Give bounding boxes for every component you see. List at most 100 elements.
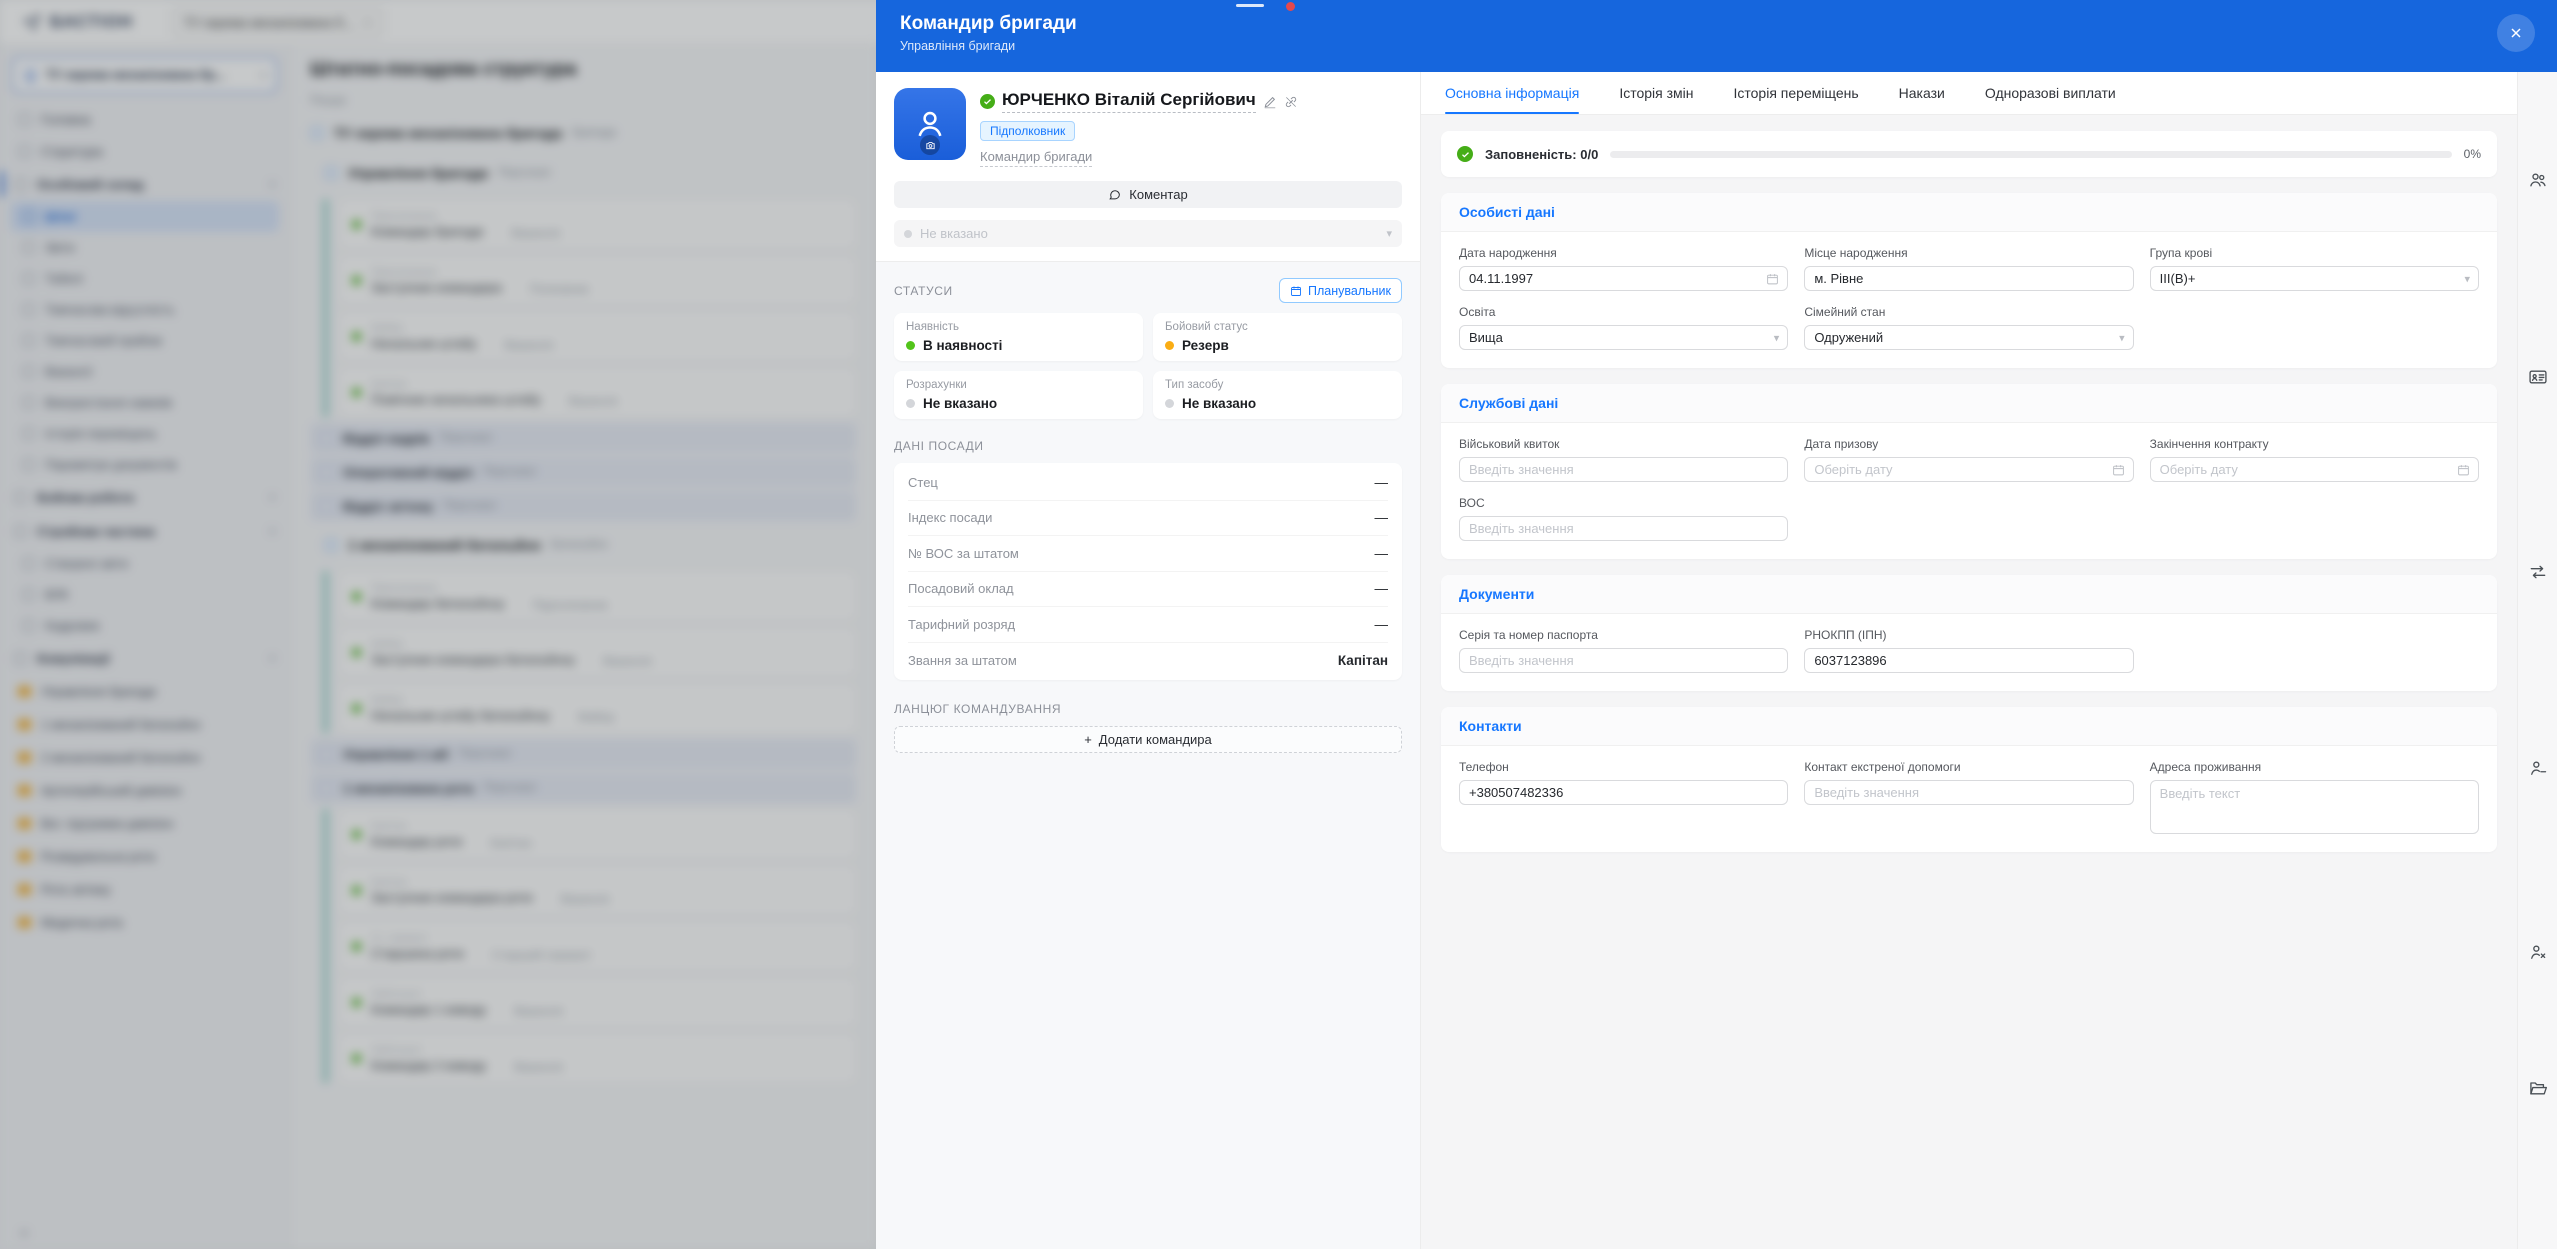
status-dot bbox=[904, 230, 912, 238]
field-рнокпп-(іпн): РНОКПП (ІПН)6037123896 bbox=[1804, 628, 2133, 673]
field-місце-народження: Місце народженням. Рівне bbox=[1804, 246, 2133, 291]
status-select-value: Не вказано bbox=[920, 226, 988, 241]
chevron-down-icon: ▾ bbox=[1774, 331, 1780, 344]
select-група-крові[interactable]: III(B)+▾ bbox=[2150, 266, 2479, 291]
tab-накази[interactable]: Накази bbox=[1899, 72, 1945, 114]
drawer-content: Заповненість: 0/0 0% Особисті даніДата н… bbox=[1421, 115, 2517, 1249]
avatar[interactable] bbox=[894, 88, 966, 160]
drawer-right-column: Основна інформація Історія змін Історія пе… bbox=[1421, 72, 2517, 1249]
field-дата-народження: Дата народження 04.11.1997 bbox=[1459, 246, 1788, 291]
users-icon[interactable] bbox=[2528, 170, 2548, 190]
comment-button-label: Коментар bbox=[1129, 187, 1187, 202]
field-адреса-проживання: Адреса проживанняВведіть текст bbox=[2150, 760, 2479, 834]
person-name[interactable]: ЮРЧЕНКО Віталій Сергійович bbox=[1002, 90, 1256, 113]
select-сімейний-стан[interactable]: Одружений▾ bbox=[1804, 325, 2133, 350]
position-data-title: ДАНІ ПОСАДИ bbox=[894, 439, 984, 453]
section-title: Контакти bbox=[1441, 707, 2497, 746]
comment-button[interactable]: Коментар bbox=[894, 181, 1402, 208]
tab-історія-переміщень[interactable]: Історія переміщень bbox=[1734, 72, 1859, 114]
planner-button-label: Планувальник bbox=[1308, 284, 1391, 298]
unlink-icon[interactable] bbox=[1284, 95, 1298, 109]
person-position[interactable]: Командир бригади bbox=[980, 149, 1092, 167]
section-title: Службові дані bbox=[1441, 384, 2497, 423]
id-card-icon[interactable] bbox=[2528, 367, 2548, 387]
section-title: Документи bbox=[1441, 575, 2497, 614]
planner-button[interactable]: Планувальник bbox=[1279, 278, 1402, 303]
input-адреса-проживання[interactable]: Введіть текст bbox=[2150, 780, 2479, 834]
position-data-row: № ВОС за штатом— bbox=[908, 536, 1388, 572]
input-дата-народження[interactable]: 04.11.1997 bbox=[1459, 266, 1788, 291]
field-label: Телефон bbox=[1459, 760, 1788, 774]
field-label: Дата народження bbox=[1459, 246, 1788, 260]
field-закінчення-контракту: Закінчення контракту Оберіть дату bbox=[2150, 437, 2479, 482]
input-дата-призову[interactable]: Оберіть дату bbox=[1804, 457, 2133, 482]
status-select[interactable]: Не вказано ▾ bbox=[894, 220, 1402, 247]
status-card[interactable]: РозрахункиНе вказано bbox=[894, 371, 1143, 419]
status-color-dot bbox=[1165, 341, 1174, 350]
recording-dot bbox=[1286, 2, 1295, 11]
calendar-icon bbox=[2457, 463, 2470, 476]
profile-block: ЮРЧЕНКО Віталій Сергійович Підполковник … bbox=[876, 72, 1420, 261]
input-військовий-квиток[interactable]: Введіть значення bbox=[1459, 457, 1788, 482]
left-sections: СТАТУСИ Планувальник НаявністьВ наявност… bbox=[876, 261, 1420, 1249]
input-закінчення-контракту[interactable]: Оберіть дату bbox=[2150, 457, 2479, 482]
completeness-label: Заповненість: 0/0 bbox=[1485, 147, 1598, 162]
tab-одноразові-виплати[interactable]: Одноразові виплати bbox=[1985, 72, 2116, 114]
position-data-row: Посадовий оклад— bbox=[908, 572, 1388, 608]
speech-bubble-icon bbox=[1108, 188, 1121, 201]
status-card[interactable]: Тип засобуНе вказано bbox=[1153, 371, 1402, 419]
field-серія-та-номер-паспорта: Серія та номер паспорта Введіть значення bbox=[1459, 628, 1788, 673]
field-label: Закінчення контракту bbox=[2150, 437, 2479, 451]
person-remove-icon[interactable] bbox=[2528, 758, 2548, 778]
statuses-title: СТАТУСИ bbox=[894, 284, 953, 298]
drawer-header: Командир бригади Управління бригади bbox=[876, 0, 2557, 72]
input-рнокпп-(іпн)[interactable]: 6037123896 bbox=[1804, 648, 2133, 673]
folder-open-icon[interactable] bbox=[2528, 1078, 2548, 1098]
completeness-progress-bar bbox=[1610, 151, 2451, 158]
tab-історія-змін[interactable]: Історія змін bbox=[1619, 72, 1693, 114]
add-commander-label: Додати командира bbox=[1099, 732, 1212, 747]
field-сімейний-стан: Сімейний станОдружений▾ bbox=[1804, 305, 2133, 350]
status-card[interactable]: НаявністьВ наявності bbox=[894, 313, 1143, 361]
verified-check-icon bbox=[980, 94, 995, 109]
position-data-row: Звання за штатомКапітан bbox=[908, 643, 1388, 679]
input-серія-та-номер-паспорта[interactable]: Введіть значення bbox=[1459, 648, 1788, 673]
person-drawer: Командир бригади Управління бригади bbox=[876, 0, 2557, 1249]
input-телефон[interactable]: +380507482336 bbox=[1459, 780, 1788, 805]
calendar-icon bbox=[1766, 272, 1779, 285]
input-контакт-екстреної-допомоги[interactable]: Введіть значення bbox=[1804, 780, 2133, 805]
form-section-card: Контакти Телефон +380507482336 Контакт екст… bbox=[1441, 707, 2497, 852]
drawer-title: Командир бригади bbox=[900, 13, 2533, 35]
transfer-icon[interactable] bbox=[2528, 562, 2548, 582]
close-drawer-button[interactable] bbox=[2497, 14, 2535, 52]
position-data-row: Тарифний розряд— bbox=[908, 607, 1388, 643]
person-dismiss-icon[interactable] bbox=[2528, 942, 2548, 962]
status-color-dot bbox=[906, 341, 915, 350]
completeness-percent: 0% bbox=[2464, 147, 2481, 161]
field-label: Серія та номер паспорта bbox=[1459, 628, 1788, 642]
field-вос: ВОС Введіть значення bbox=[1459, 496, 1788, 541]
field-військовий-квиток: Військовий квиток Введіть значення bbox=[1459, 437, 1788, 482]
status-card[interactable]: Бойовий статусРезерв bbox=[1153, 313, 1402, 361]
field-label: ВОС bbox=[1459, 496, 1788, 510]
tab-основна-інформація[interactable]: Основна інформація bbox=[1445, 72, 1579, 114]
form-section-card: Службові дані Військовий квиток Введіть зн… bbox=[1441, 384, 2497, 559]
plus-icon: + bbox=[1084, 732, 1092, 747]
camera-icon[interactable] bbox=[920, 135, 940, 155]
field-label: Військовий квиток bbox=[1459, 437, 1788, 451]
form-section-card: Документи Серія та номер паспорта Введіть … bbox=[1441, 575, 2497, 691]
field-label: Група крові bbox=[2150, 246, 2479, 260]
close-icon bbox=[2508, 25, 2524, 41]
select-освіта[interactable]: Вища▾ bbox=[1459, 325, 1788, 350]
form-section-card: Особисті даніДата народження04.11.1997Мі… bbox=[1441, 193, 2497, 368]
input-вос[interactable]: Введіть значення bbox=[1459, 516, 1788, 541]
drawer-subtitle: Управління бригади bbox=[900, 39, 2533, 53]
edit-pencil-icon[interactable] bbox=[1263, 95, 1277, 109]
app-root: БАСТІОН ТУ окрема механізована б... × ТУ… bbox=[0, 0, 2557, 1249]
field-контакт-екстреної-допомоги: Контакт екстреної допомогиВведіть значен… bbox=[1804, 760, 2133, 834]
add-commander-button[interactable]: + Додати командира bbox=[894, 726, 1402, 753]
position-data-row: Стец— bbox=[908, 465, 1388, 501]
input-місце-народження[interactable]: м. Рівне bbox=[1804, 266, 2133, 291]
drag-handle bbox=[1236, 4, 1264, 7]
field-дата-призову: Дата призовуОберіть дату bbox=[1804, 437, 2133, 482]
